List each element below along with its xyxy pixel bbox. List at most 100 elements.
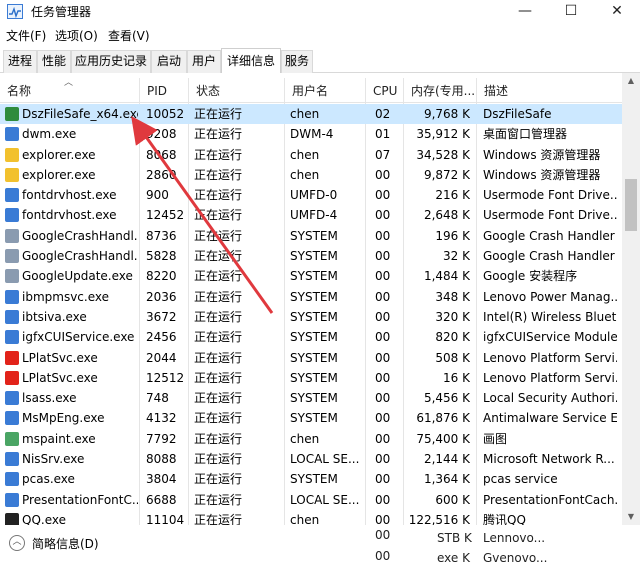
vertical-scrollbar[interactable]: ▲ ▼ xyxy=(622,73,640,525)
tab-processes[interactable]: 进程 xyxy=(3,50,37,73)
description-cell: Local Security Authori... xyxy=(483,391,617,406)
username-cell: SYSTEM xyxy=(290,289,338,304)
close-button[interactable]: ✕ xyxy=(594,0,640,24)
minimize-button[interactable]: — xyxy=(502,0,548,24)
process-name-cell: GoogleUpdate.exe xyxy=(22,269,133,284)
username-cell: LOCAL SE... xyxy=(290,452,360,467)
column-header-username[interactable]: 用户名 xyxy=(285,78,365,103)
username-cell: SYSTEM xyxy=(290,228,338,243)
pid-cell: 2456 xyxy=(146,330,177,345)
window-icon xyxy=(5,452,19,467)
username-cell: UMFD-4 xyxy=(290,208,338,223)
table-row[interactable]: QQ.exe 11104 正在运行 chen 00 122,516 K 腾讯QQ xyxy=(0,510,622,525)
description-cell: Antimalware Service E... xyxy=(483,411,617,426)
overflow-description-value: Gvenovo... xyxy=(483,551,548,565)
table-row[interactable]: GoogleCrashHandl... 8736 正在运行 SYSTEM 00 196 K… xyxy=(0,226,622,246)
cpu-cell: 00 xyxy=(375,269,391,284)
column-header-status[interactable]: 状态 xyxy=(189,78,284,103)
table-row[interactable]: GoogleCrashHandl... 5828 正在运行 SYSTEM 00 32 K G… xyxy=(0,246,622,266)
menu-options[interactable]: 选项(O) xyxy=(55,27,98,44)
pid-cell: 12512 xyxy=(146,370,185,385)
pid-cell: 3672 xyxy=(146,309,177,324)
table-row[interactable]: igfxCUIService.exe 2456 正在运行 SYSTEM 00 820 K i… xyxy=(0,327,622,347)
table-row[interactable]: fontdrvhost.exe 12452 正在运行 UMFD-4 00 2,648 K U… xyxy=(0,205,622,225)
column-header-cpu[interactable]: CPU xyxy=(366,78,403,103)
table-row[interactable]: NisSrv.exe 8088 正在运行 LOCAL SE... 00 2,144 K Mi… xyxy=(0,449,622,469)
table-row[interactable]: lsass.exe 748 正在运行 SYSTEM 00 5,456 K Local Sec… xyxy=(0,388,622,408)
memory-cell: 820 K xyxy=(435,330,470,345)
pid-cell: 8220 xyxy=(146,269,177,284)
tab-performance[interactable]: 性能 xyxy=(37,50,71,73)
pid-cell: 2860 xyxy=(146,167,177,182)
scroll-down-icon[interactable]: ▼ xyxy=(622,509,640,525)
tab-app-history[interactable]: 应用历史记录 xyxy=(71,50,151,73)
scroll-up-icon[interactable]: ▲ xyxy=(622,73,640,89)
tab-details[interactable]: 详细信息 xyxy=(221,48,281,74)
menu-file[interactable]: 文件(F) xyxy=(6,27,46,44)
username-cell: SYSTEM xyxy=(290,249,338,264)
pid-cell: 11104 xyxy=(146,512,185,525)
username-cell: chen xyxy=(290,107,320,121)
table-row[interactable]: fontdrvhost.exe 900 正在运行 UMFD-0 00 216 K Userm… xyxy=(0,185,622,205)
google-icon xyxy=(5,269,19,284)
qq-icon xyxy=(5,512,19,525)
fewer-details-link[interactable]: 简略信息(D) xyxy=(32,535,99,552)
cpu-cell: 00 xyxy=(375,370,391,385)
status-cell: 正在运行 xyxy=(194,208,243,223)
process-name-cell: GoogleCrashHandl... xyxy=(22,249,138,264)
memory-cell: 508 K xyxy=(435,350,470,365)
table-row[interactable]: pcas.exe 3804 正在运行 SYSTEM 00 1,364 K pcas serv… xyxy=(0,469,622,489)
table-row[interactable]: MsMpEng.exe 4132 正在运行 SYSTEM 00 61,876 K Antim… xyxy=(0,408,622,428)
table-row[interactable]: PresentationFontC... 6688 正在运行 LOCAL SE... 0… xyxy=(0,490,622,510)
status-cell: 正在运行 xyxy=(194,127,243,142)
table-row[interactable]: dwm.exe 9208 正在运行 DWM-4 01 35,912 K 桌面窗口管理器 xyxy=(0,124,622,144)
status-cell: 正在运行 xyxy=(194,492,243,507)
table-row[interactable]: LPlatSvc.exe 2044 正在运行 SYSTEM 00 508 K Lenovo … xyxy=(0,348,622,368)
table-row[interactable]: GoogleUpdate.exe 8220 正在运行 SYSTEM 00 1,484 K G… xyxy=(0,266,622,286)
column-header-memory[interactable]: 内存(专用... xyxy=(404,78,476,103)
description-cell: 腾讯QQ xyxy=(483,512,526,525)
tab-services[interactable]: 服务 xyxy=(281,50,313,73)
table-row[interactable]: LPlatSvc.exe 12512 正在运行 SYSTEM 00 16 K Lenovo … xyxy=(0,368,622,388)
description-cell: Usermode Font Drive... xyxy=(483,188,617,203)
chevron-up-icon[interactable]: ︿ xyxy=(9,535,25,551)
menu-view[interactable]: 查看(V) xyxy=(108,27,150,44)
scrollbar-thumb[interactable] xyxy=(625,179,637,231)
memory-cell: 196 K xyxy=(435,228,470,243)
table-row[interactable]: mspaint.exe 7792 正在运行 chen 00 75,400 K 画图 xyxy=(0,429,622,449)
tab-startup[interactable]: 启动 xyxy=(151,50,187,73)
status-cell: 正在运行 xyxy=(194,249,243,264)
table-row[interactable]: explorer.exe 2860 正在运行 chen 00 9,872 K Windows… xyxy=(0,165,622,185)
pid-cell: 8736 xyxy=(146,228,177,243)
column-header-name[interactable]: 名称 ︿ xyxy=(0,78,139,103)
lenovo-icon xyxy=(5,350,19,365)
pid-cell: 8088 xyxy=(146,452,177,467)
sort-ascending-icon: ︿ xyxy=(64,78,74,88)
pid-cell: 6688 xyxy=(146,492,177,507)
status-cell: 正在运行 xyxy=(194,147,243,162)
description-cell: Usermode Font Drive... xyxy=(483,208,617,223)
table-row[interactable]: ibmpmsvc.exe 2036 正在运行 SYSTEM 00 348 K Lenovo … xyxy=(0,287,622,307)
process-name-cell: ibmpmsvc.exe xyxy=(22,289,109,304)
window-icon xyxy=(5,411,19,426)
pid-cell: 8068 xyxy=(146,147,177,162)
column-header-description[interactable]: 描述 xyxy=(477,78,622,103)
username-cell: SYSTEM xyxy=(290,370,338,385)
description-cell: Windows 资源管理器 xyxy=(483,167,601,182)
overflow-memory-value: exe K xyxy=(437,551,470,565)
tab-users[interactable]: 用户 xyxy=(187,50,221,73)
cpu-cell: 00 xyxy=(375,167,391,182)
table-row[interactable]: explorer.exe 8068 正在运行 chen 07 34,528 K Window… xyxy=(0,145,622,165)
username-cell: SYSTEM xyxy=(290,330,338,345)
memory-cell: 320 K xyxy=(435,309,470,324)
maximize-button[interactable]: ☐ xyxy=(548,0,594,24)
status-cell: 正在运行 xyxy=(194,167,243,182)
window-icon xyxy=(5,330,19,345)
table-row[interactable]: DszFileSafe_x64.exe 10052 正在运行 chen 02 9,768 … xyxy=(0,104,622,125)
paint-icon xyxy=(5,431,19,446)
column-header-pid[interactable]: PID xyxy=(140,78,188,103)
username-cell: SYSTEM xyxy=(290,309,338,324)
table-row[interactable]: ibtsiva.exe 3672 正在运行 SYSTEM 00 320 K Intel(R)… xyxy=(0,307,622,327)
memory-cell: 2,144 K xyxy=(423,452,470,467)
memory-cell: 32 K xyxy=(443,249,470,264)
